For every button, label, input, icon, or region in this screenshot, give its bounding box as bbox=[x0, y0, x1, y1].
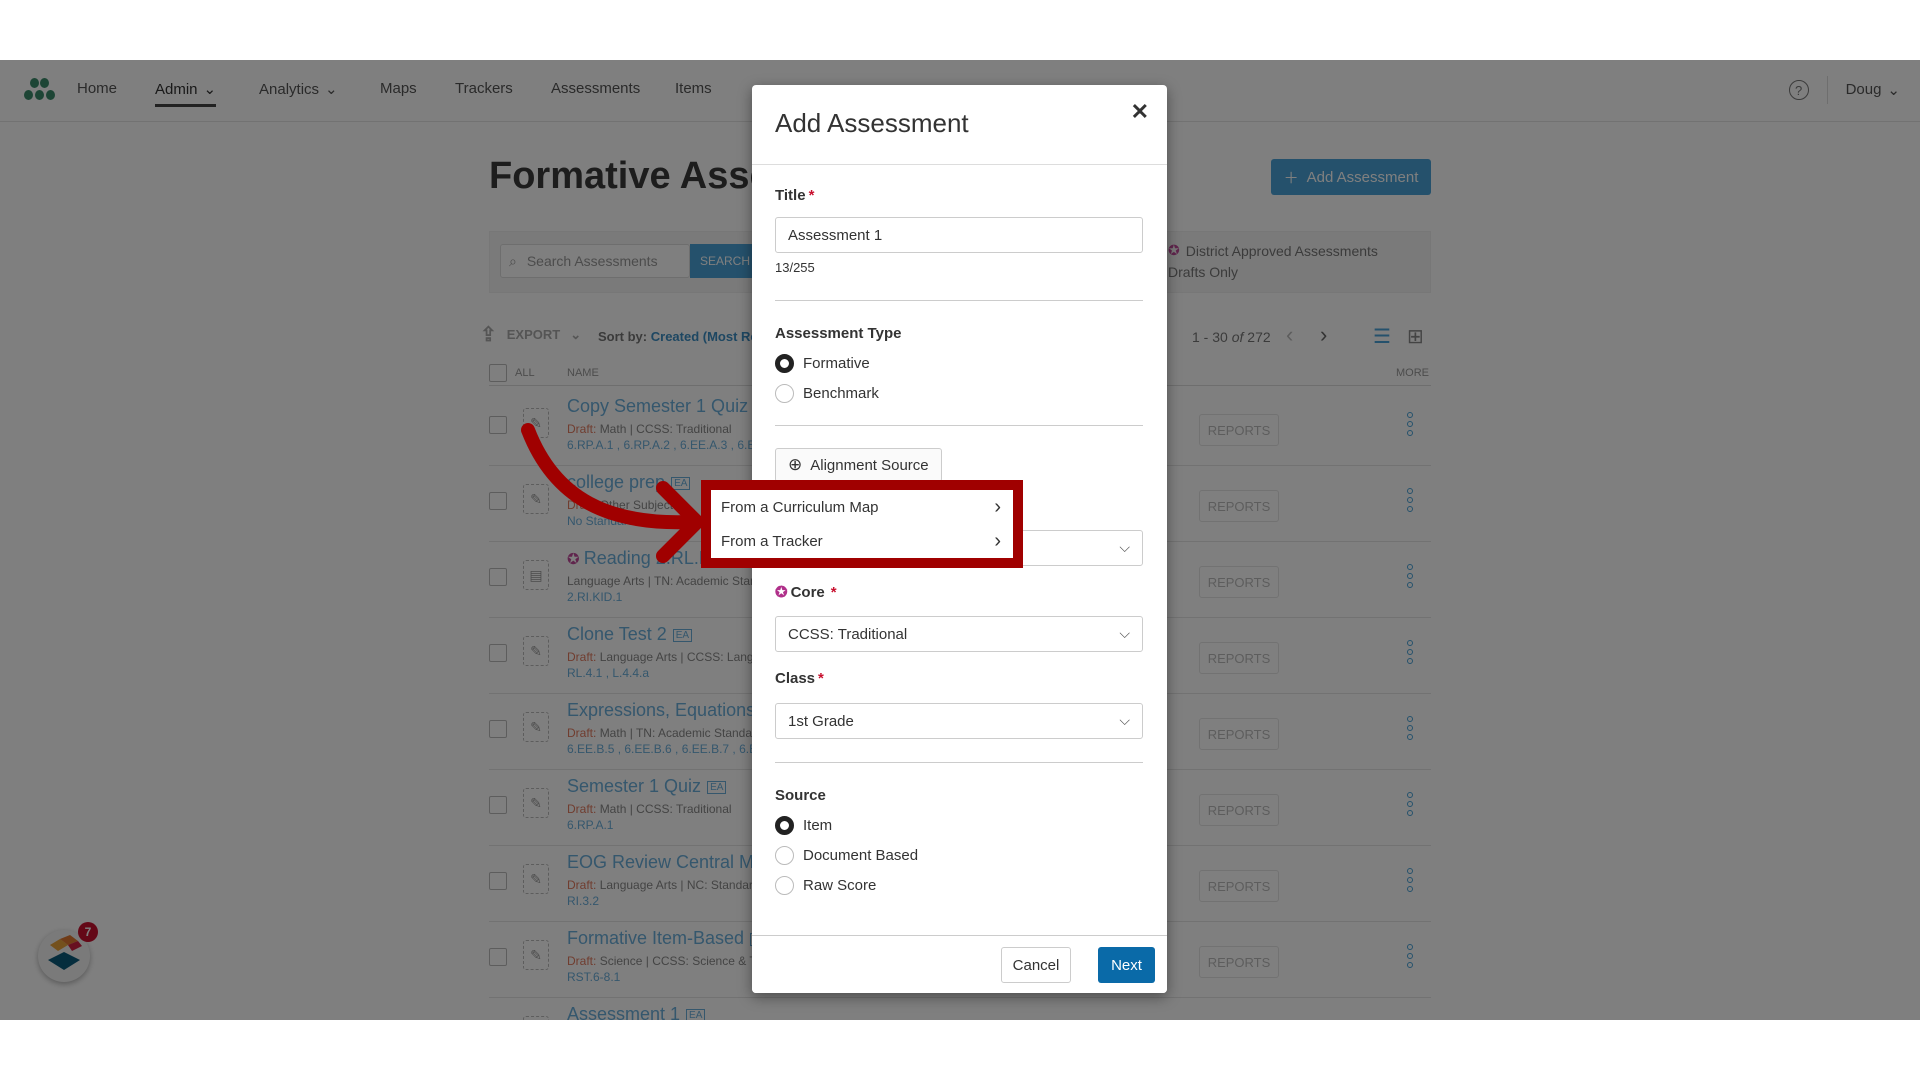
radio-formative[interactable]: Formative bbox=[775, 348, 870, 378]
radio-dot bbox=[775, 383, 794, 403]
alignment-source-menu: From a Curriculum Map › From a Tracker › bbox=[701, 480, 1023, 568]
source-label: Source bbox=[775, 787, 826, 804]
char-count: 13/255 bbox=[775, 260, 815, 275]
label-text: Core bbox=[790, 583, 825, 601]
cancel-button[interactable]: Cancel bbox=[1001, 947, 1071, 983]
radio-document-based[interactable]: Document Based bbox=[775, 840, 918, 870]
menu-item-curriculum-map[interactable]: From a Curriculum Map › bbox=[721, 490, 1001, 524]
radio-dot bbox=[775, 875, 794, 895]
divider bbox=[775, 762, 1143, 763]
select-value: 1st Grade bbox=[788, 712, 854, 730]
next-button[interactable]: Next bbox=[1098, 947, 1155, 983]
button-label: Alignment Source bbox=[810, 456, 929, 474]
label-text: Class bbox=[775, 670, 816, 687]
required-marker: * bbox=[808, 187, 815, 204]
chevron-right-icon: › bbox=[994, 495, 1001, 518]
label-text: Title bbox=[775, 187, 806, 204]
approved-badge-icon: ✪ bbox=[775, 584, 788, 601]
core-label: ✪ Core * bbox=[775, 583, 837, 602]
title-input[interactable]: Assessment 1 bbox=[775, 217, 1143, 253]
radio-item[interactable]: Item bbox=[775, 810, 832, 840]
radio-dot bbox=[775, 845, 794, 865]
radio-label: Formative bbox=[803, 354, 870, 372]
modal-title: Add Assessment bbox=[775, 108, 969, 138]
menu-item-tracker[interactable]: From a Tracker › bbox=[721, 524, 1001, 558]
input-value: Assessment 1 bbox=[788, 226, 883, 244]
divider bbox=[775, 300, 1143, 301]
modal-header: Add Assessment ✕ bbox=[752, 85, 1167, 165]
close-icon[interactable]: ✕ bbox=[1131, 99, 1149, 125]
class-select[interactable]: 1st Grade ⌵ bbox=[775, 703, 1143, 739]
modal-footer: Cancel Next bbox=[752, 935, 1167, 993]
required-marker: * bbox=[830, 583, 837, 601]
radio-dot bbox=[775, 815, 794, 835]
radio-label: Document Based bbox=[803, 846, 919, 864]
menu-label: From a Curriculum Map bbox=[721, 498, 879, 516]
target-icon: ⊕ bbox=[788, 455, 803, 474]
app-frame: Home Admin⌄ Analytics⌄ Maps Trackers Ass… bbox=[0, 60, 1920, 1020]
core-select[interactable]: CCSS: Traditional ⌵ bbox=[775, 616, 1143, 652]
chevron-down-icon: ⌵ bbox=[1119, 539, 1130, 555]
chevron-right-icon: › bbox=[994, 529, 1001, 552]
radio-dot bbox=[775, 353, 794, 373]
assessment-type-label: Assessment Type bbox=[775, 325, 902, 342]
alignment-source-button[interactable]: ⊕ Alignment Source bbox=[775, 448, 942, 482]
select-value: CCSS: Traditional bbox=[788, 625, 908, 643]
title-label: Title * bbox=[775, 187, 814, 204]
radio-label: Benchmark bbox=[803, 384, 879, 402]
required-marker: * bbox=[818, 670, 824, 687]
chevron-down-icon: ⌵ bbox=[1119, 712, 1130, 728]
class-label: Class * bbox=[775, 670, 824, 687]
chevron-down-icon: ⌵ bbox=[1119, 625, 1130, 641]
radio-label: Item bbox=[803, 816, 833, 834]
menu-label: From a Tracker bbox=[721, 532, 823, 550]
radio-benchmark[interactable]: Benchmark bbox=[775, 378, 879, 408]
divider bbox=[775, 425, 1143, 426]
radio-label: Raw Score bbox=[803, 876, 877, 894]
radio-raw-score[interactable]: Raw Score bbox=[775, 870, 876, 900]
